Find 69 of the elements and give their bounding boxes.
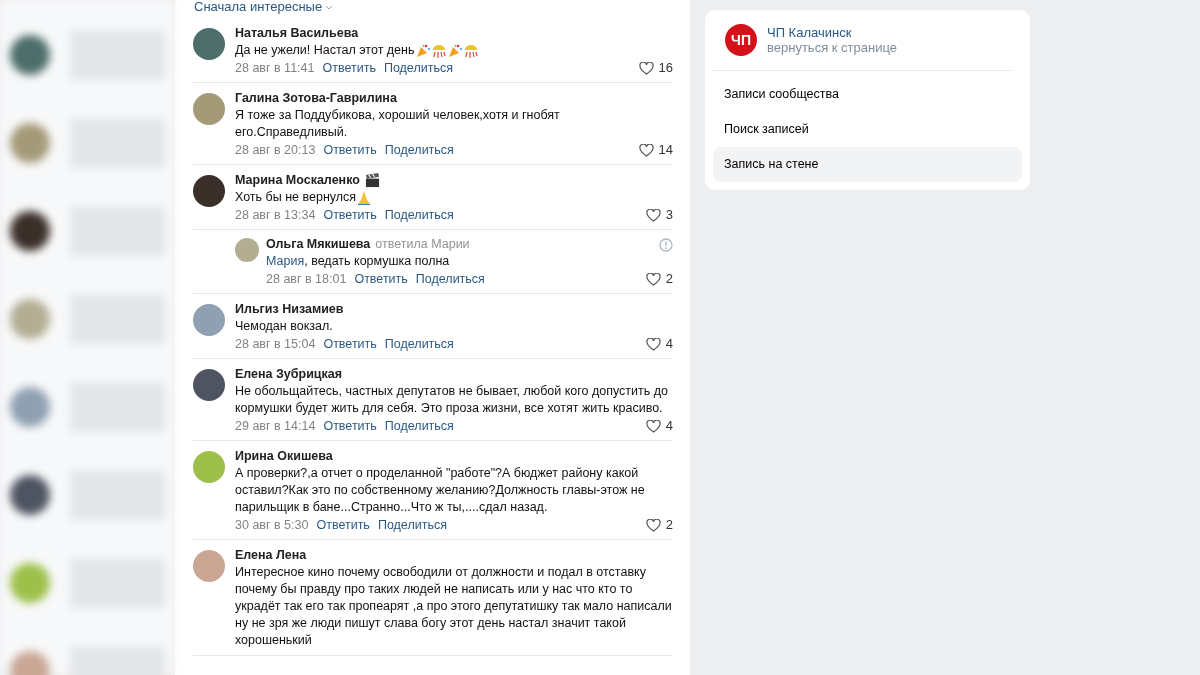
author-name[interactable]: Марина Москаленко (235, 172, 360, 189)
confetti-ball-icon (430, 42, 447, 59)
heart-icon (645, 337, 661, 351)
clapperboard-icon (364, 173, 380, 188)
reply-link[interactable]: Ответить (323, 336, 377, 352)
reply-link[interactable]: Ответить (323, 418, 377, 434)
author-name[interactable]: Галина Зотова-Гаврилина (235, 90, 397, 107)
author-name[interactable]: Ольга Мякишева (266, 236, 371, 253)
comment-date: 28 авг в 11:41 (235, 60, 315, 76)
reply-link[interactable]: Ответить (323, 207, 377, 223)
share-link[interactable]: Поделиться (384, 336, 454, 352)
share-link[interactable]: Поделиться (383, 60, 453, 76)
sort-dropdown[interactable]: Сначала интересные (194, 0, 334, 14)
comment-date: 28 авг в 18:01 (266, 271, 347, 287)
replied-to-label: ответила Марии (375, 236, 470, 253)
share-link[interactable]: Поделиться (384, 207, 454, 223)
like-button[interactable]: 4 (645, 418, 673, 434)
report-icon[interactable] (659, 237, 673, 252)
share-link[interactable]: Поделиться (384, 418, 454, 434)
reply-link[interactable]: Ответить (316, 517, 370, 533)
reply-link[interactable]: Ответить (322, 60, 376, 76)
party-popper-icon (414, 42, 431, 59)
comment-text: Хоть бы не вернулся (235, 189, 357, 206)
author-name[interactable]: Елена Лена (235, 547, 307, 564)
comment-date: 29 авг в 14:14 (235, 418, 316, 434)
chevron-down-icon (325, 4, 334, 10)
like-button[interactable]: 4 (645, 336, 673, 352)
like-button[interactable]: 3 (645, 207, 673, 223)
comment-text: А проверки?,а отчет о проделанной "работе"?А бюджет району какой оставил?Как это по собственному желанию?Должность главы-этож не парильщик в бане...Странно...Что ж ты,....сдал назад. (235, 465, 646, 516)
avatar[interactable] (193, 369, 225, 401)
comment-date: 28 авг в 13:34 (235, 207, 316, 223)
menu-item[interactable]: Запись на стене (713, 147, 1022, 182)
group-logo[interactable]: ЧП (725, 24, 757, 56)
author-name[interactable]: Наталья Васильева (235, 25, 359, 42)
comment-text: Да не ужели! Настал этот день (235, 42, 415, 59)
menu-item[interactable]: Записи сообщества (713, 77, 1022, 112)
comment-text: Мария, ведать кормушка полна (266, 253, 450, 270)
share-link[interactable]: Поделиться (384, 142, 454, 158)
author-name[interactable]: Ильгиз Низамиев (235, 301, 344, 318)
party-popper-icon (446, 42, 463, 59)
confetti-ball-icon (462, 42, 479, 59)
heart-icon (645, 419, 661, 433)
author-name[interactable]: Елена Зубрицкая (235, 366, 343, 383)
heart-icon (645, 518, 661, 532)
like-button[interactable]: 2 (645, 517, 673, 533)
share-link[interactable]: Поделиться (415, 271, 485, 287)
reply-link[interactable]: Ответить (323, 142, 377, 158)
heart-icon (638, 143, 654, 157)
heart-icon (645, 208, 661, 222)
avatar[interactable] (193, 175, 225, 207)
comment-text: Чемодан вокзал. (235, 318, 333, 335)
comment-text: Не обольщайтесь, частных депутатов не бывает, любой кого допустить до кормушки будет жить для себя. Это проза жизни, все хотят жить красиво. (235, 383, 670, 417)
comment-date: 28 авг в 15:04 (235, 336, 316, 352)
heart-icon (645, 272, 661, 286)
author-name[interactable]: Ирина Окишева (235, 448, 333, 465)
comment-text: Я тоже за Поддубикова, хороший человек,хотя и гнобят его.Справедливый. (235, 107, 561, 141)
menu-item[interactable]: Поиск записей (713, 112, 1022, 147)
group-name-link[interactable]: ЧП Калачинск (767, 25, 897, 40)
heart-icon (638, 61, 654, 75)
like-button[interactable]: 16 (638, 60, 673, 76)
like-button[interactable]: 2 (645, 271, 673, 287)
share-link[interactable]: Поделиться (377, 517, 447, 533)
reply-link[interactable]: Ответить (354, 271, 408, 287)
avatar[interactable] (193, 28, 225, 60)
comment-text: Интересное кино почему освободили от должности и подал в отставку почему бы правду про таких людей не написать или у нас что кто то украдёт так его так пропеарят ,а про этого депутатишку так мало написали ну не зря же люди пишут слава богу этот день настал значит такой хорошенький (235, 564, 673, 649)
like-button[interactable]: 14 (638, 142, 673, 158)
comment-date: 28 авг в 20:13 (235, 142, 316, 158)
back-link[interactable]: вернуться к странице (767, 40, 897, 55)
comment-date: 30 авг в 5:30 (235, 517, 309, 533)
